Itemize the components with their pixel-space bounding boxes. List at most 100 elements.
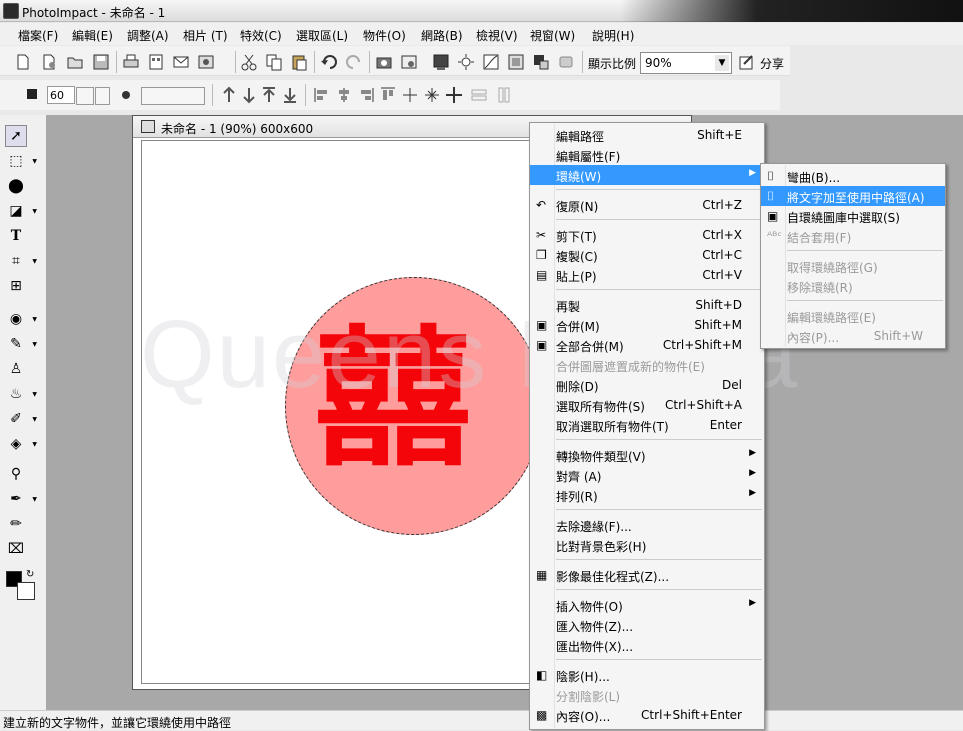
crop-tool-icon[interactable]: ⌗ ▼ [5,250,37,272]
brush-tip-icon[interactable] [117,86,135,104]
menu-window[interactable]: 視窗(W) [530,27,575,44]
print-icon[interactable] [122,53,140,71]
color-adjust-icon[interactable] [507,53,525,71]
bring-to-top-icon[interactable] [260,86,278,104]
menu-item-undo[interactable]: ↶ 復原(N) Ctrl+Z [530,195,764,215]
menu-item-wrap[interactable]: 環繞(W) ▶ [530,165,764,185]
eyedropper-tool-icon[interactable]: ✒ ▼ [5,488,37,510]
eye-tool-icon[interactable]: ◉ ▼ [5,308,37,330]
menu-photo[interactable]: 相片 (T) [183,27,228,44]
menu-item-merge-all[interactable]: ▣ 全部合併(M) Ctrl+Shift+M [530,335,764,355]
filter-icon[interactable] [532,53,550,71]
arrow-up-icon[interactable] [220,86,238,104]
size-spinner[interactable] [76,87,94,105]
align-bottom-icon[interactable] [423,86,441,104]
retouch-tool-icon[interactable]: ♨ ▼ [5,383,37,405]
menu-help[interactable]: 說明(H) [592,27,634,44]
align-right-icon[interactable] [357,86,375,104]
menu-file[interactable]: 檔案(F) [18,27,58,44]
distribute-icon[interactable] [445,86,463,104]
submenu-item-bend[interactable]: ⌷ 彎曲(B)... [761,166,945,186]
menu-item-copy[interactable]: ❐ 複製(C) Ctrl+C [530,245,764,265]
menu-item-match-background[interactable]: 比對背景色彩(H) [530,535,764,555]
menu-item-delete[interactable]: 刪除(D) Del [530,375,764,395]
menu-edit[interactable]: 編輯(E) [72,27,113,44]
fill-tool-icon[interactable]: ◈ ▼ [5,433,37,455]
brightness-icon[interactable] [457,53,475,71]
text-tool-icon[interactable]: T [5,225,27,247]
auto-process-icon[interactable] [432,53,450,71]
menu-item-insert-object[interactable]: 插入物件(O) ▶ [530,595,764,615]
align-center-icon[interactable] [335,86,353,104]
menu-item-image-optimizer[interactable]: ▦ 影像最佳化程式(Z)... [530,565,764,585]
save-icon[interactable] [92,53,110,71]
menu-item-arrange[interactable]: 排列(R) ▶ [530,485,764,505]
menu-item-convert-object-type[interactable]: 轉換物件類型(V) ▶ [530,445,764,465]
menu-item-align[interactable]: 對齊 (A) ▶ [530,465,764,485]
menu-item-export-object[interactable]: 匯出物件(X)... [530,635,764,655]
selection-tool-icon[interactable]: ⬚ ▼ [5,150,37,172]
paste-icon[interactable] [290,53,308,71]
zoom-tool-icon[interactable]: ⚲ [5,463,27,485]
magic-wand-tool-icon[interactable]: ◪ ▼ [5,200,37,222]
lasso-tool-icon[interactable]: ⬤ [5,175,27,197]
menu-item-cut[interactable]: ✂ 剪下(T) Ctrl+X [530,225,764,245]
menu-item-shadow[interactable]: ◧ 陰影(H)... [530,665,764,685]
share-label[interactable]: 分享 [760,55,784,72]
chevron-down-icon[interactable]: ▼ [715,55,729,71]
menu-view[interactable]: 檢視(V) [476,27,518,44]
send-to-bottom-icon[interactable] [281,86,299,104]
menu-item-merge[interactable]: ▣ 合併(M) Shift+M [530,315,764,335]
submenu-item-select-from-gallery[interactable]: ▣ 自環繞圖庫中選取(S) [761,206,945,226]
open-icon[interactable] [66,53,84,71]
menu-item-duplicate[interactable]: 再製 Shift+D [530,295,764,315]
menu-adjust[interactable]: 調整(A) [127,27,169,44]
color-swatch-icon[interactable] [24,86,42,104]
paint-brush-tool-icon[interactable]: ✎ ▼ [5,333,37,355]
swap-colors-icon[interactable]: ↻ [26,569,34,580]
redo-icon[interactable] [345,53,363,71]
share-icon[interactable] [738,54,756,72]
eraser-tool-icon[interactable]: ✐ ▼ [5,408,37,430]
curve-icon[interactable] [482,53,500,71]
stamp-tool-icon[interactable]: ♙ [5,358,27,380]
export-icon[interactable] [197,53,215,71]
pick-tool-icon[interactable]: ➚ [5,125,27,147]
same-width-icon[interactable] [470,86,488,104]
undo-icon[interactable] [320,53,338,71]
menu-item-edit-path[interactable]: 編輯路徑 Shift+E [530,125,764,145]
submenu-item-add-text-to-path[interactable]: ⌷ 將文字加至使用中路徑(A) [761,186,945,206]
same-height-icon[interactable] [495,86,513,104]
menu-item-deselect-all-objects[interactable]: 取消選取所有物件(T) Enter [530,415,764,435]
copy-icon[interactable] [265,53,283,71]
menu-item-paste[interactable]: ▤ 貼上(P) Ctrl+V [530,265,764,285]
align-left-icon[interactable] [313,86,331,104]
background-color-swatch[interactable] [17,582,35,600]
menu-item-select-all-objects[interactable]: 選取所有物件(S) Ctrl+Shift+A [530,395,764,415]
zoom-select[interactable]: 90% ▼ [640,52,732,74]
menu-item-defringe[interactable]: 去除邊緣(F)... [530,515,764,535]
print-multiple-icon[interactable] [147,53,165,71]
transform-tool-icon[interactable]: ⊞ [5,275,27,297]
new-file-icon[interactable] [14,53,32,71]
menu-web[interactable]: 網路(B) [421,27,463,44]
size-input[interactable]: 60 [47,86,75,104]
camera-icon[interactable] [375,53,393,71]
slice-tool-icon[interactable]: ⌧ [5,538,27,560]
menu-item-edit-properties[interactable]: 編輯屬性(F) [530,145,764,165]
align-middle-icon[interactable] [401,86,419,104]
menu-item-properties[interactable]: ▩ 內容(O)... Ctrl+Shift+Enter [530,705,764,725]
menu-effects[interactable]: 特效(C) [240,27,282,44]
arrow-down-icon[interactable] [240,86,258,104]
menu-object[interactable]: 物件(O) [363,27,406,44]
size-dropdown[interactable] [95,87,110,105]
mail-icon[interactable] [172,53,190,71]
align-top-icon[interactable] [379,86,397,104]
transparency-field[interactable] [141,87,205,105]
effect-icon[interactable] [557,53,575,71]
new-from-template-icon[interactable] [40,53,58,71]
screen-capture-icon[interactable] [400,53,418,71]
pen-tool-icon[interactable]: ✏ [5,513,27,535]
menu-item-import-object[interactable]: 匯入物件(Z)... [530,615,764,635]
cut-icon[interactable] [240,53,258,71]
